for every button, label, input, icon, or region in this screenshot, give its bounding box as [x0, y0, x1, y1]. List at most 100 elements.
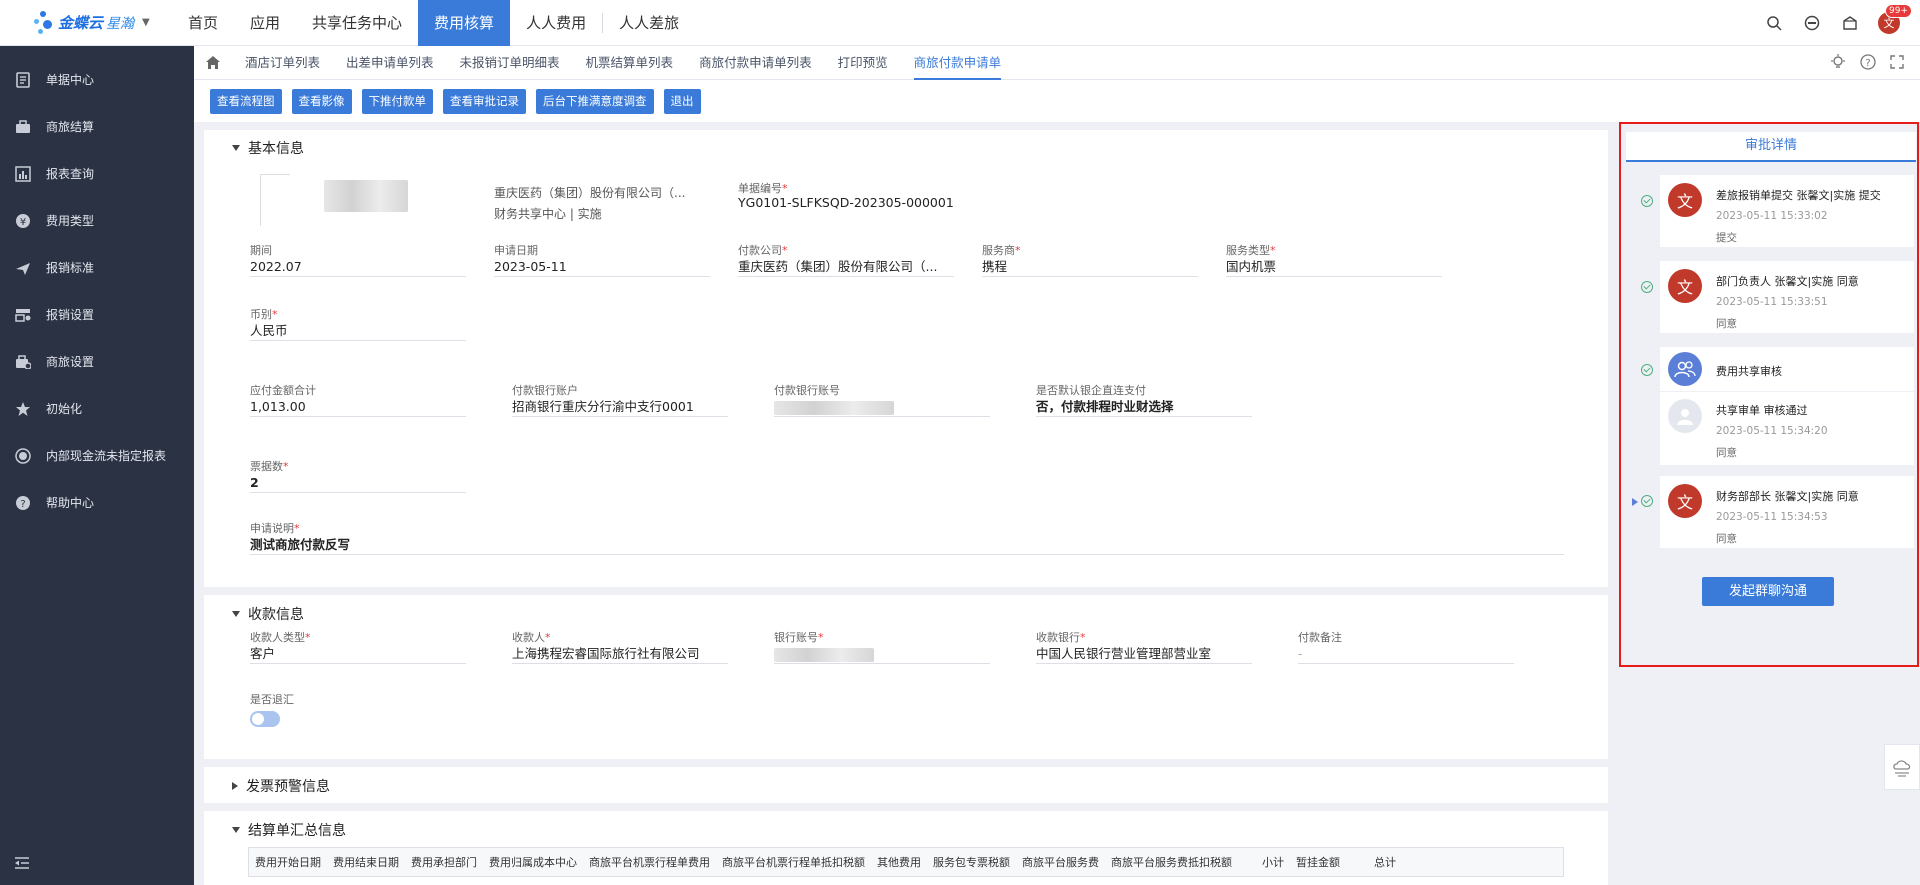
direct-pay-field[interactable]: 是否默认银企直连支付 否，付款排程时业财选择 — [1036, 382, 1252, 417]
svg-text:?: ? — [1865, 58, 1870, 69]
topnav-everyone-travel[interactable]: 人人差旅 — [603, 0, 695, 46]
view-flowchart-button[interactable]: 查看流程图 — [210, 88, 282, 114]
view-images-button[interactable]: 查看影像 — [291, 88, 352, 114]
topnav-everyone-expense[interactable]: 人人费用 — [510, 0, 602, 46]
page-tabs: 酒店订单列表 出差申请单列表 未报销订单明细表 机票结算单列表 商旅付款申请单列… — [194, 46, 1920, 80]
column-header[interactable]: 费用承担部门 — [405, 854, 483, 870]
topnav-shared-tasks[interactable]: 共享任务中心 — [296, 0, 418, 46]
logo-icon — [34, 10, 54, 35]
amount-field[interactable]: 应付金额合计 1,013.00 — [250, 382, 466, 417]
tab-trip-requests[interactable]: 出差申请单列表 — [333, 46, 447, 80]
cloud-icon[interactable] — [1884, 744, 1920, 790]
column-header[interactable]: 商旅平台服务费抵扣税额 — [1105, 854, 1238, 870]
briefcase-icon — [14, 118, 32, 136]
column-header[interactable]: 小计 — [1256, 854, 1290, 870]
bank-account-field[interactable]: 付款银行账户 招商银行重庆分行渝中支行0001 — [512, 382, 728, 417]
bank-account-value: 招商银行重庆分行渝中支行0001 — [512, 397, 728, 417]
invoice-count-field[interactable]: 票据数* 2 — [250, 458, 466, 493]
doc-number-field: 单据编号* YG0101-SLFKSQD-202305-000001 — [738, 180, 1038, 210]
column-header[interactable]: 商旅平台机票行程单抵扣税额 — [716, 854, 871, 870]
column-header[interactable]: 总计 — [1368, 854, 1402, 870]
description-field[interactable]: 申请说明* 测试商旅付款反写 — [250, 520, 1564, 555]
column-header[interactable]: 费用结束日期 — [327, 854, 405, 870]
sidebar-item-reimbursement-standard[interactable]: 报销标准 — [0, 244, 194, 291]
column-header[interactable]: 暂挂金额 — [1290, 854, 1346, 870]
sidebar-item-travel-settings[interactable]: 商旅设置 — [0, 338, 194, 385]
tab-print-preview[interactable]: 打印预览 — [825, 46, 901, 80]
field-label: 应付金额合计 — [250, 384, 316, 397]
apply-date-field[interactable]: 申请日期 2023-05-11 — [494, 242, 710, 277]
column-header[interactable]: 服务包专票税额 — [927, 854, 1016, 870]
payment-remark-field[interactable]: 付款备注 - — [1298, 629, 1514, 664]
blurred-name — [324, 180, 408, 212]
invoice-warning-header[interactable]: 发票预警信息 — [232, 776, 330, 796]
payee-type-value: 客户 — [250, 644, 466, 664]
minus-circle-icon[interactable] — [1802, 13, 1822, 33]
sidebar-item-reimbursement-settings[interactable]: 报销设置 — [0, 291, 194, 338]
payee-name-field[interactable]: 收款人* 上海携程宏睿国际旅行社有限公司 — [512, 629, 728, 664]
topnav-expense-accounting[interactable]: 费用核算 — [418, 0, 511, 46]
column-header[interactable]: 费用开始日期 — [249, 854, 327, 870]
tab-hotel-orders[interactable]: 酒店订单列表 — [232, 46, 333, 80]
mailbox-icon[interactable] — [1840, 13, 1860, 33]
fullscreen-icon[interactable] — [1890, 54, 1904, 72]
provider-field[interactable]: 服务商* 携程 — [982, 242, 1198, 277]
user-avatar[interactable]: 文 99+ — [1878, 4, 1912, 34]
tab-unreimbursed-orders[interactable]: 未报销订单明细表 — [447, 46, 573, 80]
column-header[interactable]: 商旅平台机票行程单费用 — [583, 854, 716, 870]
refund-toggle[interactable] — [250, 711, 280, 727]
push-survey-button[interactable]: 后台下推满意度调查 — [536, 88, 654, 114]
sidebar-item-expense-type[interactable]: ¥ 费用类型 — [0, 197, 194, 244]
sidebar-item-help-center[interactable]: ? 帮助中心 — [0, 479, 194, 526]
period-field[interactable]: 期间 2022.07 — [250, 242, 466, 277]
field-label: 银行账号 — [774, 631, 818, 644]
bank-number-field[interactable]: 付款银行账号 — [774, 382, 990, 417]
section-title: 结算单汇总信息 — [248, 823, 346, 839]
sidebar-item-travel-settlement[interactable]: 商旅结算 — [0, 103, 194, 150]
payee-info-header[interactable]: 收款信息 — [232, 604, 304, 624]
column-header[interactable]: 其他费用 — [871, 854, 927, 870]
sidebar-item-report-query[interactable]: 报表查询 — [0, 150, 194, 197]
basic-info-header[interactable]: 基本信息 — [232, 138, 304, 158]
period-value: 2022.07 — [250, 257, 466, 277]
view-approval-records-button[interactable]: 查看审批记录 — [443, 88, 526, 114]
field-label: 付款银行账户 — [512, 384, 578, 397]
payee-bank-field[interactable]: 收款银行* 中国人民银行营业管理部营业室 — [1036, 629, 1252, 664]
topnav-apps[interactable]: 应用 — [234, 0, 296, 46]
tab-travel-payment-request[interactable]: 商旅付款申请单 — [901, 46, 1015, 80]
pay-company-field[interactable]: 付款公司* 重庆医药（集团）股份有限公司（... — [738, 242, 954, 277]
service-type-field[interactable]: 服务类型* 国内机票 — [1226, 242, 1442, 277]
currency-field[interactable]: 币别* 人民币 — [250, 306, 466, 341]
sidebar-item-initialize[interactable]: 初始化 — [0, 385, 194, 432]
payee-name-value: 上海携程宏睿国际旅行社有限公司 — [512, 644, 728, 664]
provider-value: 携程 — [982, 257, 1198, 277]
payee-type-field[interactable]: 收款人类型* 客户 — [250, 629, 466, 664]
chevron-down-icon[interactable]: ▼ — [142, 17, 150, 28]
help-icon[interactable]: ? — [1860, 53, 1876, 73]
settings-icon — [14, 306, 32, 324]
app-logo[interactable]: 金蝶云 星瀚 ▼ — [0, 10, 172, 35]
payee-account-field[interactable]: 银行账号* — [774, 629, 990, 664]
sidebar-item-document-center[interactable]: 单据中心 — [0, 56, 194, 103]
field-label: 申请说明 — [250, 522, 294, 535]
field-label: 票据数 — [250, 460, 283, 473]
tab-actions: ? — [1830, 46, 1904, 80]
sidebar-item-internal-cashflow[interactable]: 内部现金流未指定报表 — [0, 432, 194, 479]
tab-travel-payment-list[interactable]: 商旅付款申请单列表 — [686, 46, 825, 80]
sidebar-item-label: 报销设置 — [46, 308, 95, 322]
exit-button[interactable]: 退出 — [663, 88, 701, 114]
doc-number-value: YG0101-SLFKSQD-202305-000001 — [738, 195, 954, 210]
refund-field: 是否退汇 — [250, 691, 466, 706]
settlement-summary-header[interactable]: 结算单汇总信息 — [232, 820, 346, 840]
tab-air-settlement[interactable]: 机票结算单列表 — [573, 46, 687, 80]
field-label: 付款银行账号 — [774, 384, 840, 397]
bulb-icon[interactable] — [1830, 53, 1846, 73]
payee-bank-value: 中国人民银行营业管理部营业室 — [1036, 644, 1252, 664]
column-header[interactable]: 费用归属成本中心 — [483, 854, 583, 870]
column-header[interactable]: 商旅平台服务费 — [1016, 854, 1105, 870]
topnav-home[interactable]: 首页 — [172, 0, 234, 46]
collapse-sidebar-icon[interactable] — [14, 856, 30, 873]
search-icon[interactable] — [1764, 13, 1784, 33]
push-payment-button[interactable]: 下推付款单 — [361, 88, 433, 114]
home-icon[interactable] — [194, 55, 232, 70]
